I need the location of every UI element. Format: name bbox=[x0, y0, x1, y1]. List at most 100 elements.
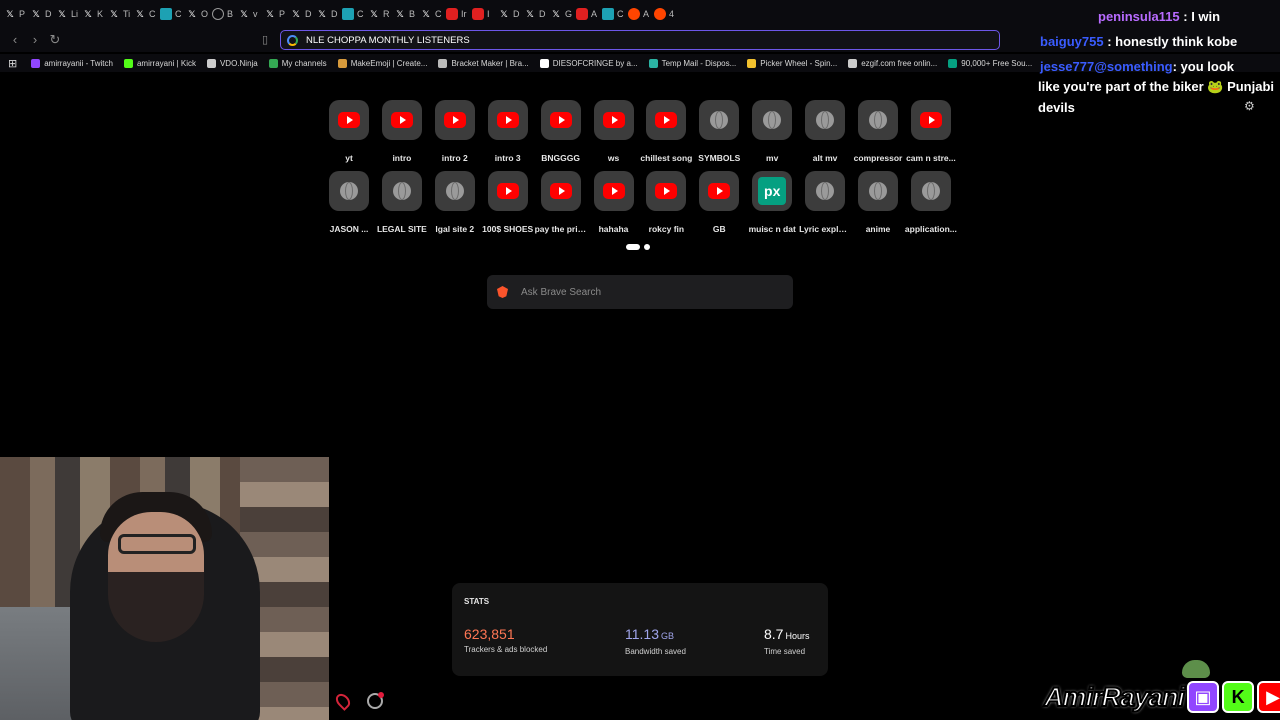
browser-tab[interactable]: 𝕏P bbox=[264, 2, 290, 26]
stats-title: STATS bbox=[464, 597, 490, 606]
browser-tab[interactable]: 𝕏P bbox=[4, 2, 30, 26]
page-dot[interactable] bbox=[644, 244, 650, 250]
shortcut-tile[interactable]: intro 3 bbox=[482, 100, 534, 163]
bookmark-item[interactable]: Bracket Maker | Bra... bbox=[438, 58, 529, 68]
shortcut-tile[interactable]: compressor bbox=[852, 100, 904, 163]
globe-icon bbox=[921, 182, 940, 200]
browser-tab[interactable]: A bbox=[576, 2, 602, 26]
browser-tab[interactable]: 𝕏C bbox=[420, 2, 446, 26]
browser-tab[interactable]: I bbox=[472, 2, 498, 26]
browser-tab[interactable]: 𝕏 Ti bbox=[108, 2, 134, 26]
shortcut-tile[interactable]: chillest song bbox=[640, 100, 692, 163]
tab-label: C bbox=[175, 9, 182, 19]
shortcut-tile[interactable]: mv bbox=[746, 100, 798, 163]
bookmark-favicon-icon bbox=[31, 58, 41, 68]
browser-tab[interactable]: A bbox=[628, 2, 654, 26]
browser-tab[interactable]: 𝕏O bbox=[186, 2, 212, 26]
x-icon: 𝕏 bbox=[136, 8, 144, 19]
shortcut-tile[interactable]: application... bbox=[905, 171, 957, 234]
shortcut-label: intro 3 bbox=[494, 153, 521, 163]
page-dot-active[interactable] bbox=[626, 244, 640, 250]
browser-tab[interactable]: 4 bbox=[654, 2, 680, 26]
x-icon: 𝕏 bbox=[422, 8, 430, 19]
gear-icon[interactable]: ⚙ bbox=[1244, 100, 1256, 112]
bookmark-item[interactable]: Picker Wheel - Spin... bbox=[747, 58, 837, 68]
back-icon[interactable]: ‹ bbox=[8, 33, 22, 47]
browser-tab[interactable]: 𝕏R bbox=[368, 2, 394, 26]
shortcut-icon-box: px bbox=[752, 171, 793, 211]
shortcut-tile[interactable]: GB bbox=[693, 171, 745, 234]
shortcut-tile[interactable]: 100$ SHOES bbox=[482, 171, 534, 234]
shortcut-tile[interactable]: SYMBOLS bbox=[693, 100, 745, 163]
address-bar[interactable] bbox=[280, 30, 1000, 50]
browser-tab[interactable]: B bbox=[212, 2, 238, 26]
bookmark-item[interactable]: amirrayani | Kick bbox=[123, 58, 196, 68]
search-input[interactable] bbox=[521, 286, 771, 298]
forward-icon[interactable]: › bbox=[28, 33, 42, 47]
bookmark-item[interactable]: MakeEmoji | Create... bbox=[337, 58, 427, 68]
shortcut-tile[interactable]: JASON ... bbox=[323, 171, 375, 234]
browser-tab[interactable]: 𝕏C bbox=[134, 2, 160, 26]
shortcut-tile[interactable]: rokcy fin bbox=[640, 171, 692, 234]
shortcut-tile[interactable]: Lyric explai... bbox=[799, 171, 851, 234]
bookmark-item[interactable]: My channels bbox=[268, 58, 327, 68]
browser-tab[interactable]: 𝕏D bbox=[524, 2, 550, 26]
bookmark-item[interactable]: VDO.Ninja bbox=[206, 58, 258, 68]
browser-tab[interactable]: Ir bbox=[446, 2, 472, 26]
browser-tab[interactable]: 𝕏D bbox=[498, 2, 524, 26]
shortcut-icon-box bbox=[910, 100, 951, 140]
bookmark-item[interactable]: amirrayanii - Twitch bbox=[31, 58, 113, 68]
browser-tab[interactable]: 𝕏D bbox=[316, 2, 342, 26]
shortcut-tile[interactable]: alt mv bbox=[799, 100, 851, 163]
shortcut-icon-box bbox=[434, 100, 475, 140]
browser-tab[interactable]: C bbox=[160, 2, 186, 26]
shortcut-tile[interactable]: intro 2 bbox=[429, 100, 481, 163]
shortcut-tile[interactable]: yt bbox=[323, 100, 375, 163]
brave-lion-icon bbox=[497, 286, 508, 298]
brave-search-box[interactable] bbox=[487, 275, 793, 309]
shortcut-tile[interactable]: ws bbox=[588, 100, 640, 163]
browser-tab[interactable]: C bbox=[602, 2, 628, 26]
shortcut-tile[interactable]: LEGAL SITE bbox=[376, 171, 428, 234]
apps-icon[interactable]: ⊞ bbox=[8, 57, 17, 70]
chat-message: jesse777@something: you look bbox=[1040, 56, 1234, 77]
tab-label: A bbox=[591, 9, 598, 19]
shortcut-icon-box bbox=[752, 100, 793, 140]
browser-tab[interactable]: C bbox=[342, 2, 368, 26]
youtube-icon bbox=[708, 183, 731, 199]
reload-icon[interactable]: ↻ bbox=[48, 33, 62, 47]
bookmark-icon[interactable]: ▯ bbox=[258, 33, 272, 47]
bookmark-item[interactable]: ezgif.com free onlin... bbox=[848, 58, 937, 68]
chat-text: : honestly think kobe bbox=[1103, 34, 1238, 49]
browser-tab[interactable]: 𝕏B bbox=[394, 2, 420, 26]
bottom-left-icons bbox=[333, 691, 384, 711]
shortcut-tile[interactable]: BNGGGG bbox=[535, 100, 587, 163]
bookmark-item[interactable]: 90,000+ Free Sou... bbox=[948, 58, 1032, 68]
youtube-icon bbox=[655, 112, 678, 128]
x-icon: 𝕏 bbox=[500, 8, 508, 19]
bandwidth-caption: Bandwidth saved bbox=[625, 647, 686, 656]
location-pin-icon[interactable] bbox=[333, 691, 353, 711]
browser-tab[interactable]: 𝕏K bbox=[82, 2, 108, 26]
shortcut-tile[interactable]: anime bbox=[852, 171, 904, 234]
browser-tab[interactable]: 𝕏D bbox=[30, 2, 56, 26]
bookmark-item[interactable]: Temp Mail - Dispos... bbox=[648, 58, 736, 68]
bookmark-label: DIESOFCRINGE by a... bbox=[552, 58, 638, 68]
shortcut-tile[interactable]: px muisc n dat bbox=[746, 171, 798, 234]
browser-tab[interactable]: 𝕏D bbox=[290, 2, 316, 26]
browser-tab[interactable]: 𝕏 Li bbox=[56, 2, 82, 26]
bookmark-favicon-icon bbox=[948, 58, 958, 68]
shortcut-tile[interactable]: pay the price bbox=[535, 171, 587, 234]
chat-text: like you're part of the biker 🐸 Punjabi bbox=[1038, 79, 1275, 94]
speedometer-icon[interactable] bbox=[367, 692, 384, 709]
browser-tab[interactable]: 𝕏G bbox=[550, 2, 576, 26]
browser-tab[interactable]: 𝕏v bbox=[238, 2, 264, 26]
shortcut-tile[interactable]: intro bbox=[376, 100, 428, 163]
bookmark-item[interactable]: DIESOFCRINGE by a... bbox=[539, 58, 638, 68]
tab-label: C bbox=[149, 9, 156, 19]
shortcut-label: LEGAL SITE bbox=[376, 224, 427, 234]
shortcut-tile[interactable]: hahaha bbox=[588, 171, 640, 234]
shortcut-tile[interactable]: cam n stre... bbox=[905, 100, 957, 163]
address-input[interactable] bbox=[306, 34, 906, 46]
shortcut-tile[interactable]: lgal site 2 bbox=[429, 171, 481, 234]
